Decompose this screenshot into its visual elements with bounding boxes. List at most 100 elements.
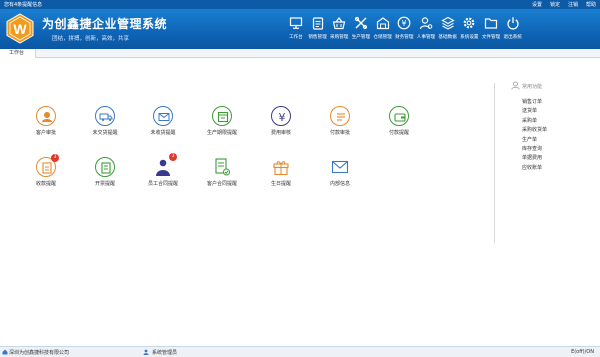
panel-title-text: 常用功能 xyxy=(522,84,543,90)
nav-label: 采购管理 xyxy=(330,35,349,40)
nav-sales[interactable]: 销售管理 xyxy=(307,9,329,49)
truck-icon xyxy=(99,113,113,121)
shortcut-invoice-reminder[interactable]: 开票提醒 xyxy=(83,157,127,187)
shortcut-label: 客户合同提醒 xyxy=(206,181,237,187)
warehouse-icon xyxy=(376,17,389,30)
nav-system-settings[interactable]: 系统设置 xyxy=(459,9,481,49)
side-item-production-order[interactable]: 生产单 xyxy=(522,136,547,145)
nav-label: 文件管理 xyxy=(481,35,501,40)
shortcut-payment-approval[interactable]: 付款审批 xyxy=(318,106,362,136)
side-item-receivables[interactable]: 应收账单 xyxy=(522,164,547,173)
nav-label: 生产管理 xyxy=(351,35,371,40)
nav-exit[interactable]: 退出系统 xyxy=(502,9,524,49)
nav-label: 人事管理 xyxy=(416,35,436,40)
nav-basic-data[interactable]: 基础数据 xyxy=(437,9,459,49)
nav-label: 退出系统 xyxy=(503,35,522,40)
current-user: 系统管理员 xyxy=(152,350,178,356)
wallet-icon xyxy=(394,113,406,122)
status-bar: 深圳为创鑫捷科技有限公司 系统管理员 E(off)/ON xyxy=(0,346,600,357)
status-right-text: E(off)/ON xyxy=(571,349,594,355)
side-item-inventory-query[interactable]: 库存查询 xyxy=(522,145,547,154)
customer-approve-icon xyxy=(42,112,52,122)
help-link[interactable]: 帮助 xyxy=(586,1,596,8)
nav-warehouse[interactable]: 仓储管理 xyxy=(372,9,394,49)
shortcut-label: 未收货提醒 xyxy=(150,130,176,136)
invoice-icon xyxy=(101,162,111,174)
nav-label: 工作台 xyxy=(288,35,303,40)
nav-production[interactable]: 生产管理 xyxy=(350,9,372,49)
yen-icon: ¥ xyxy=(397,16,411,30)
nav-label: 基础数据 xyxy=(438,35,457,40)
nav-files[interactable]: 文件管理 xyxy=(480,9,502,49)
side-item-delivery-note[interactable]: 送货单 xyxy=(522,107,547,116)
app-slogan: 团结，拼搏，创新，高效，共享 xyxy=(52,36,130,42)
calendar-icon xyxy=(217,111,229,123)
shortcut-customer-approval[interactable]: 客户审批 xyxy=(24,106,68,136)
user-icon xyxy=(143,349,149,355)
count-badge: 3 xyxy=(51,154,59,162)
shortcut-internal-message[interactable]: 内部信息 xyxy=(318,157,362,187)
shortcut-unreceived[interactable]: 未收货提醒 xyxy=(141,106,185,136)
nav-hr[interactable]: 人事管理 xyxy=(415,9,437,49)
company-name: 深圳为创鑫捷科技有限公司 xyxy=(9,350,70,356)
nav-label: 系统设置 xyxy=(460,35,479,40)
logout-link[interactable]: 注销 xyxy=(568,1,578,8)
gift-icon xyxy=(273,161,289,176)
yen-circle-icon: ¥ xyxy=(279,111,286,124)
logo-icon: W xyxy=(6,13,34,44)
shortcut-label: 开票提醒 xyxy=(94,181,115,187)
side-item-purchase-receipt[interactable]: 采购收货单 xyxy=(522,126,547,135)
side-item-sales-order[interactable]: 销售订单 xyxy=(522,98,547,107)
common-functions-list: 销售订单 送货单 采购单 采购收货单 生产单 库存查询 单据费用 应收账单 xyxy=(522,98,547,173)
shortcut-expense-review[interactable]: ¥ 费用审核 xyxy=(259,106,303,136)
nav-label: 财务管理 xyxy=(395,35,414,40)
tab-workbench[interactable]: 工作台 xyxy=(0,49,36,58)
shortcut-undelivered[interactable]: 未交货提醒 xyxy=(83,106,127,136)
home-icon xyxy=(2,349,8,355)
user-icon xyxy=(511,81,520,90)
shortcut-label: 费用审核 xyxy=(270,130,291,136)
layers-icon xyxy=(441,16,455,30)
shortcut-label: 生日提醒 xyxy=(270,181,291,187)
svg-text:¥: ¥ xyxy=(402,19,407,28)
mail-receive-icon xyxy=(158,113,170,121)
shortcut-employee-contract[interactable]: 3 员工合同提醒 xyxy=(141,153,185,187)
nav-purchase[interactable]: 采购管理 xyxy=(328,9,350,49)
top-nav: 工作台 销售管理 采购管理 生产管理 仓储管理 ¥ 财务管理 人事管理 基础数据… xyxy=(285,9,524,49)
side-item-purchase-order[interactable]: 采购单 xyxy=(522,117,547,126)
shortcut-label: 付款提醒 xyxy=(388,130,409,136)
settings-link[interactable]: 设置 xyxy=(532,1,542,8)
nav-workbench[interactable]: 工作台 xyxy=(285,9,307,49)
notice-text[interactable]: 您有4条提醒信息 xyxy=(4,1,42,8)
shortcut-production-deadline[interactable]: 生产期限提醒 xyxy=(200,106,244,136)
shortcut-label: 员工合同提醒 xyxy=(147,181,178,187)
svg-text:¥: ¥ xyxy=(279,111,286,124)
tools-icon xyxy=(354,16,368,30)
shortcut-label: 客户审批 xyxy=(35,130,56,136)
shortcut-label: 内部信息 xyxy=(329,181,350,187)
basket-icon xyxy=(332,17,346,30)
folder-icon xyxy=(484,18,498,29)
side-item-document-expense[interactable]: 单据费用 xyxy=(522,154,547,163)
nav-label: 销售管理 xyxy=(308,35,327,40)
contract-icon xyxy=(215,158,230,176)
shortcut-payment-reminder[interactable]: 付款提醒 xyxy=(377,106,421,136)
common-functions-title: 常用功能 xyxy=(511,81,543,90)
shortcut-label: 付款审批 xyxy=(329,130,350,136)
monitor-icon xyxy=(289,17,302,29)
title-menu: 设置 锁定 注销 帮助 xyxy=(532,1,596,8)
nav-finance[interactable]: ¥ 财务管理 xyxy=(393,9,415,49)
power-icon xyxy=(507,17,519,30)
shortcut-label: 生产期限提醒 xyxy=(206,130,237,136)
lock-link[interactable]: 锁定 xyxy=(550,1,560,8)
envelope-icon xyxy=(331,160,349,174)
gear-icon xyxy=(463,17,475,29)
clipboard-icon xyxy=(312,17,323,30)
shortcut-customer-contract[interactable]: 客户合同提醒 xyxy=(200,157,244,187)
shortcut-birthday-reminder[interactable]: 生日提醒 xyxy=(259,157,303,187)
nav-label: 仓储管理 xyxy=(373,35,392,40)
svg-text:W: W xyxy=(13,21,27,37)
count-badge: 3 xyxy=(169,153,177,161)
title-bar: 您有4条提醒信息 设置 锁定 注销 帮助 xyxy=(0,0,600,9)
shortcut-receipt-reminder[interactable]: 3 收款提醒 xyxy=(24,154,68,187)
